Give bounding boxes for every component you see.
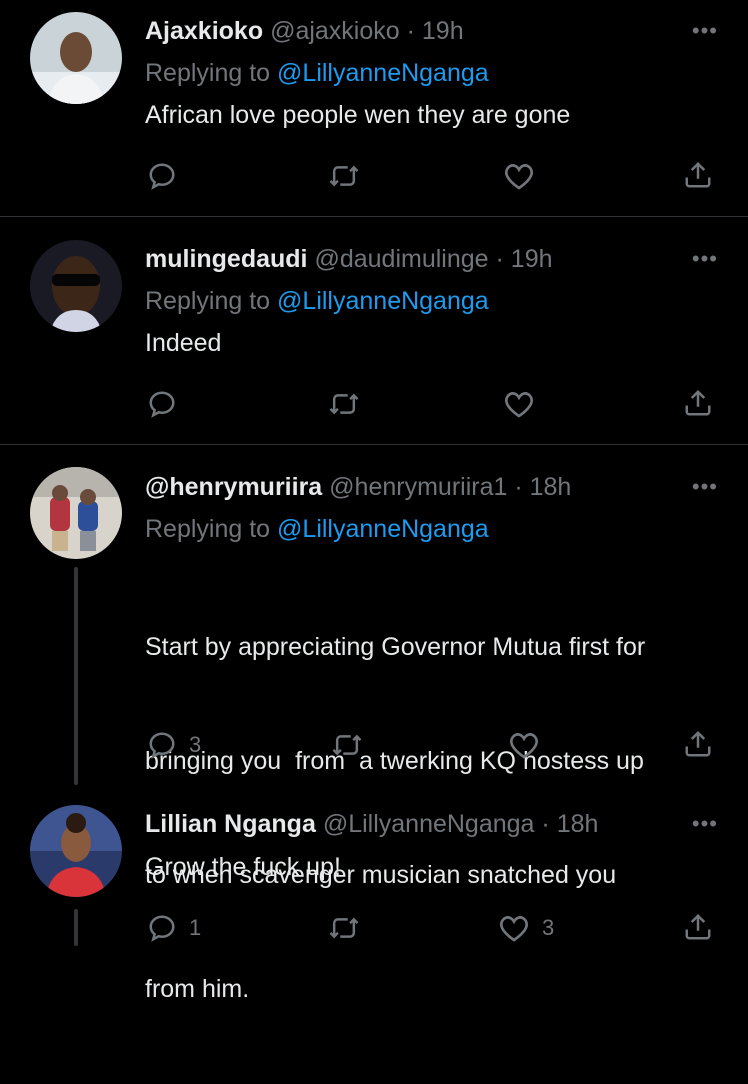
like-count: 3 (542, 915, 555, 940)
reply-button[interactable]: 3 (147, 730, 201, 760)
separator: · (406, 17, 415, 45)
share-button[interactable] (683, 388, 713, 418)
share-button[interactable] (683, 912, 713, 942)
separator: · (495, 245, 504, 273)
more-icon[interactable]: ••• (692, 14, 718, 48)
more-icon[interactable]: ••• (692, 807, 718, 841)
like-icon (505, 392, 533, 418)
tweet-ajaxkioko[interactable]: Ajaxkioko @ajaxkioko · 19h ••• Replying … (0, 0, 748, 216)
like-button[interactable] (503, 161, 535, 191)
share-button[interactable] (683, 160, 713, 190)
thread-line (74, 567, 78, 785)
like-button[interactable] (503, 389, 535, 419)
tweet-lillian-nganga[interactable]: Lillian Nganga @LillyanneNganga · 18h ••… (0, 785, 748, 946)
share-icon (685, 161, 711, 188)
like-icon (510, 733, 538, 759)
replying-prefix: Replying to (145, 59, 271, 87)
reply-button[interactable]: 1 (147, 913, 201, 943)
tweet-text-line: from him. (145, 975, 250, 1003)
share-icon (685, 730, 711, 757)
display-name[interactable]: Lillian Nganga (145, 810, 316, 838)
retweet-icon (329, 165, 359, 187)
mention-link[interactable]: @LillyanneNganga (277, 287, 489, 315)
user-handle[interactable]: @LillyanneNganga (323, 810, 535, 838)
mention-link[interactable]: @LillyanneNganga (277, 515, 489, 543)
tweet-text-line: Start by appreciating Governor Mutua fir… (145, 633, 646, 661)
display-name[interactable]: @henrymuriira (145, 473, 322, 501)
tweet-mulingedaudi[interactable]: mulingedaudi @daudimulinge · 19h ••• Rep… (0, 217, 748, 444)
avatar[interactable] (30, 12, 122, 104)
reply-icon (149, 391, 175, 418)
mention-link[interactable]: @LillyanneNganga (277, 59, 489, 87)
replying-to: Replying to @LillyanneNganga (145, 56, 489, 90)
display-name[interactable]: mulingedaudi (145, 245, 308, 273)
tweet-header: mulingedaudi @daudimulinge · 19h (145, 242, 724, 276)
display-name[interactable]: Ajaxkioko (145, 17, 263, 45)
timestamp[interactable]: 18h (530, 473, 572, 501)
share-icon (685, 913, 711, 940)
tweet-header: Ajaxkioko @ajaxkioko · 19h (145, 14, 724, 48)
tweet-text: African love people wen they are gone (145, 101, 571, 129)
tweet-text-line: bringing you from a twerking KQ hostess … (145, 747, 644, 775)
retweet-icon (329, 393, 359, 415)
user-handle[interactable]: @ajaxkioko (270, 17, 400, 45)
replying-prefix: Replying to (145, 515, 271, 543)
more-icon[interactable]: ••• (692, 242, 718, 276)
timestamp[interactable]: 18h (557, 810, 599, 838)
reply-button[interactable] (147, 161, 189, 191)
replying-prefix: Replying to (145, 287, 271, 315)
share-icon (685, 389, 711, 416)
timestamp[interactable]: 19h (422, 17, 464, 45)
reply-count: 3 (189, 732, 202, 757)
replying-to: Replying to @LillyanneNganga (145, 284, 489, 318)
like-icon (500, 916, 528, 942)
thread-line (74, 909, 78, 946)
separator: · (541, 810, 550, 838)
like-button[interactable] (508, 730, 540, 760)
retweet-button[interactable] (328, 389, 360, 419)
retweet-icon (329, 917, 359, 939)
user-handle[interactable]: @daudimulinge (314, 245, 488, 273)
retweet-icon (332, 734, 362, 756)
timestamp[interactable]: 19h (511, 245, 553, 273)
avatar[interactable] (30, 240, 122, 332)
tweet-header: @henrymuriira @henrymuriira1 · 18h (145, 470, 724, 504)
retweet-button[interactable] (331, 730, 363, 760)
reply-icon (149, 163, 175, 190)
replying-to: Replying to @LillyanneNganga (145, 512, 489, 546)
tweet-henrymuriira[interactable]: @henrymuriira @henrymuriira1 · 18h ••• R… (0, 445, 748, 1003)
share-button[interactable] (683, 729, 713, 759)
like-button[interactable]: 3 (498, 913, 554, 943)
user-handle[interactable]: @henrymuriira1 (329, 473, 507, 501)
separator: · (514, 473, 523, 501)
like-icon (505, 164, 533, 190)
retweet-button[interactable] (328, 913, 360, 943)
tweet-text: Grow the fuck up! (145, 853, 341, 881)
retweet-button[interactable] (328, 161, 360, 191)
tweet-text: Indeed (145, 329, 222, 357)
more-icon[interactable]: ••• (692, 470, 718, 504)
reply-icon (149, 732, 175, 759)
tweet-header: Lillian Nganga @LillyanneNganga · 18h (145, 807, 724, 841)
reply-icon (149, 915, 175, 942)
reply-button[interactable] (147, 389, 189, 419)
reply-count: 1 (189, 915, 202, 940)
avatar[interactable] (30, 805, 122, 897)
avatar[interactable] (30, 467, 122, 559)
